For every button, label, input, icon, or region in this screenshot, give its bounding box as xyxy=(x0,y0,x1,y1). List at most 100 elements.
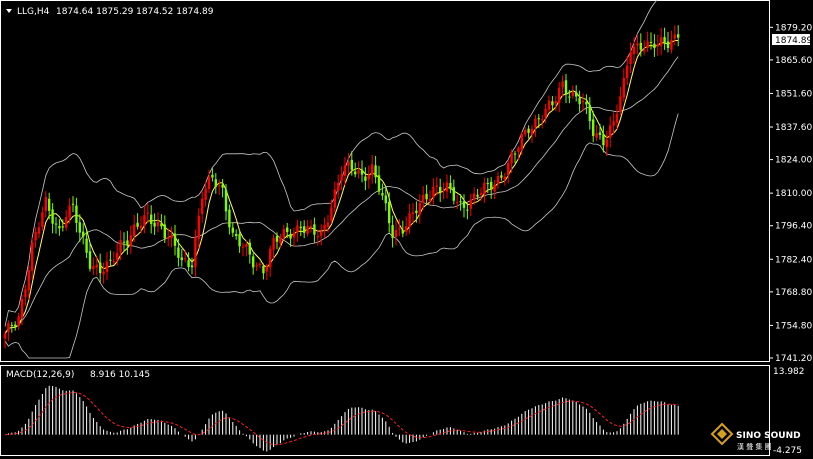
candle-body xyxy=(493,184,496,192)
candle xyxy=(405,216,408,237)
candle xyxy=(248,239,251,264)
candle xyxy=(197,208,200,249)
candle xyxy=(279,233,282,249)
candle xyxy=(626,56,629,86)
candle xyxy=(306,220,309,237)
candle xyxy=(391,215,394,248)
candle-body xyxy=(544,108,547,118)
candle xyxy=(381,183,384,201)
lower-band xyxy=(4,113,679,359)
candle xyxy=(357,161,360,179)
candle xyxy=(513,150,517,164)
candle xyxy=(660,27,663,55)
candle-body xyxy=(388,201,391,224)
candle xyxy=(554,95,557,112)
candle-body xyxy=(592,119,595,136)
candle-body xyxy=(14,324,17,327)
candle-body xyxy=(377,175,381,192)
candle xyxy=(184,250,187,263)
candle-body xyxy=(598,132,602,136)
candle-body xyxy=(490,181,493,190)
candle-body xyxy=(479,193,483,195)
candle xyxy=(224,184,228,221)
candle-body xyxy=(405,226,408,232)
candle-body xyxy=(428,199,432,202)
price-tick-label: 1796.40 xyxy=(775,222,812,232)
candle xyxy=(122,232,126,252)
candle-body xyxy=(350,159,353,170)
candle xyxy=(619,87,622,116)
candle xyxy=(102,262,105,284)
candle xyxy=(500,171,503,181)
candle xyxy=(167,228,170,247)
candle-body xyxy=(330,207,333,221)
candle-body xyxy=(663,37,666,43)
candle xyxy=(592,111,595,143)
candle xyxy=(146,203,149,224)
candle xyxy=(218,179,221,195)
candle xyxy=(82,223,85,245)
candle-body xyxy=(187,260,190,267)
candle xyxy=(602,125,605,153)
candle-body xyxy=(7,323,10,333)
candle xyxy=(153,213,156,235)
candle-body xyxy=(116,252,119,261)
candle-body xyxy=(265,266,268,272)
candle-body xyxy=(78,222,81,233)
candle-body xyxy=(286,227,289,233)
candle xyxy=(622,68,625,102)
candle-body xyxy=(20,298,24,319)
candle-body xyxy=(156,221,160,227)
candle-body xyxy=(473,193,476,201)
candle xyxy=(231,222,234,237)
price-tick-label: 1810.00 xyxy=(775,189,812,199)
candle xyxy=(156,212,160,233)
candle-body xyxy=(354,171,357,175)
candle xyxy=(3,331,7,349)
candle-body xyxy=(112,261,115,263)
candle-body xyxy=(61,226,64,228)
candle-body xyxy=(568,96,571,98)
candle xyxy=(588,96,591,130)
candle xyxy=(612,112,615,135)
candle-body xyxy=(602,134,605,146)
candle xyxy=(442,182,445,200)
candle-body xyxy=(357,170,360,174)
candle xyxy=(670,30,673,54)
candle-body xyxy=(143,215,146,226)
candle xyxy=(666,32,670,53)
candle xyxy=(503,173,506,186)
candle xyxy=(255,262,258,271)
candle xyxy=(534,114,537,137)
candle xyxy=(313,217,316,243)
candle xyxy=(269,245,272,277)
candle xyxy=(24,285,27,306)
candle xyxy=(105,252,109,280)
candle xyxy=(92,257,95,275)
candle-body xyxy=(646,41,649,49)
candle xyxy=(388,192,391,233)
candle xyxy=(367,165,370,189)
candle-body xyxy=(418,203,421,215)
candle-body xyxy=(333,189,336,208)
candle-body xyxy=(340,174,343,181)
candle xyxy=(398,218,401,237)
candle-body xyxy=(571,92,574,96)
candle xyxy=(585,94,588,114)
candle-body xyxy=(476,194,479,197)
candle-body xyxy=(466,209,469,211)
dropdown-triangle-icon[interactable] xyxy=(6,9,12,13)
candle xyxy=(65,209,68,231)
logo-line2: 漢 聲 集 團 xyxy=(737,442,772,451)
candle xyxy=(418,194,421,224)
candle-body xyxy=(374,165,377,178)
candle xyxy=(99,253,102,283)
candle xyxy=(496,171,500,189)
candle-body xyxy=(65,217,68,228)
price-tick-label: 1851.60 xyxy=(775,89,812,99)
candle-body xyxy=(449,183,452,189)
candle-body xyxy=(299,226,302,229)
candle xyxy=(598,123,602,140)
candle-body xyxy=(71,203,75,205)
candle-body xyxy=(313,224,316,235)
